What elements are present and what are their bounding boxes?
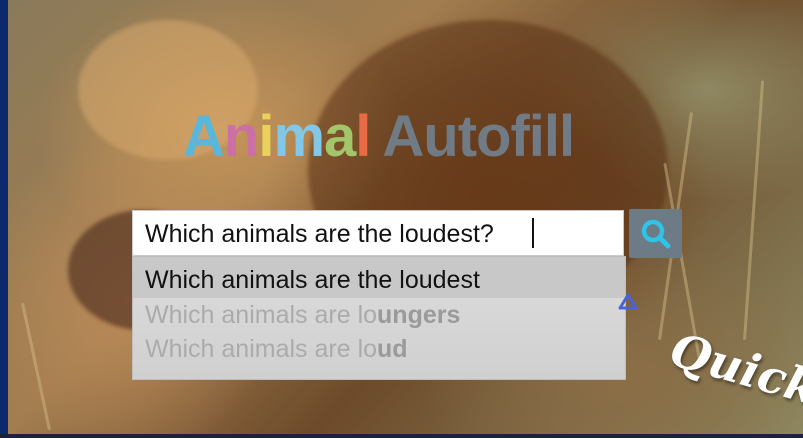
suggestion-text: Which animals are lo [145, 335, 378, 363]
bottom-border [0, 434, 803, 438]
search-input[interactable] [145, 220, 615, 248]
search-button[interactable] [629, 209, 682, 258]
search-box[interactable] [132, 210, 624, 256]
grass-strand [743, 80, 765, 341]
suggestion-item[interactable]: Which animals are loungers [145, 301, 460, 330]
title-letter: n [223, 104, 259, 169]
suggestion-text: Which animals are the loudest [145, 266, 480, 294]
cursor-triangle-icon [618, 293, 638, 310]
title-word-animal: Animal [183, 104, 371, 169]
app-title: Animal Autofill [183, 102, 575, 172]
title-letter: i [258, 104, 274, 169]
search-icon [641, 219, 671, 249]
grass-strand [21, 302, 51, 431]
title-letter: a [324, 104, 356, 169]
title-letter: l [355, 104, 371, 169]
title-letter: A [183, 104, 225, 169]
suggestions-dropdown: Which animals are the loudest Which anim… [132, 256, 626, 380]
suggestion-completion: ungers [377, 301, 461, 329]
title-letter: m [273, 104, 325, 169]
text-caret [532, 218, 534, 248]
suggestion-item[interactable]: Which animals are loud [145, 335, 408, 364]
title-word-autofill: Autofill [382, 104, 575, 169]
suggestion-text: Which animals are lo [145, 301, 378, 329]
suggestion-item[interactable]: Which animals are the loudest [145, 266, 480, 295]
suggestion-completion: ud [377, 335, 408, 363]
